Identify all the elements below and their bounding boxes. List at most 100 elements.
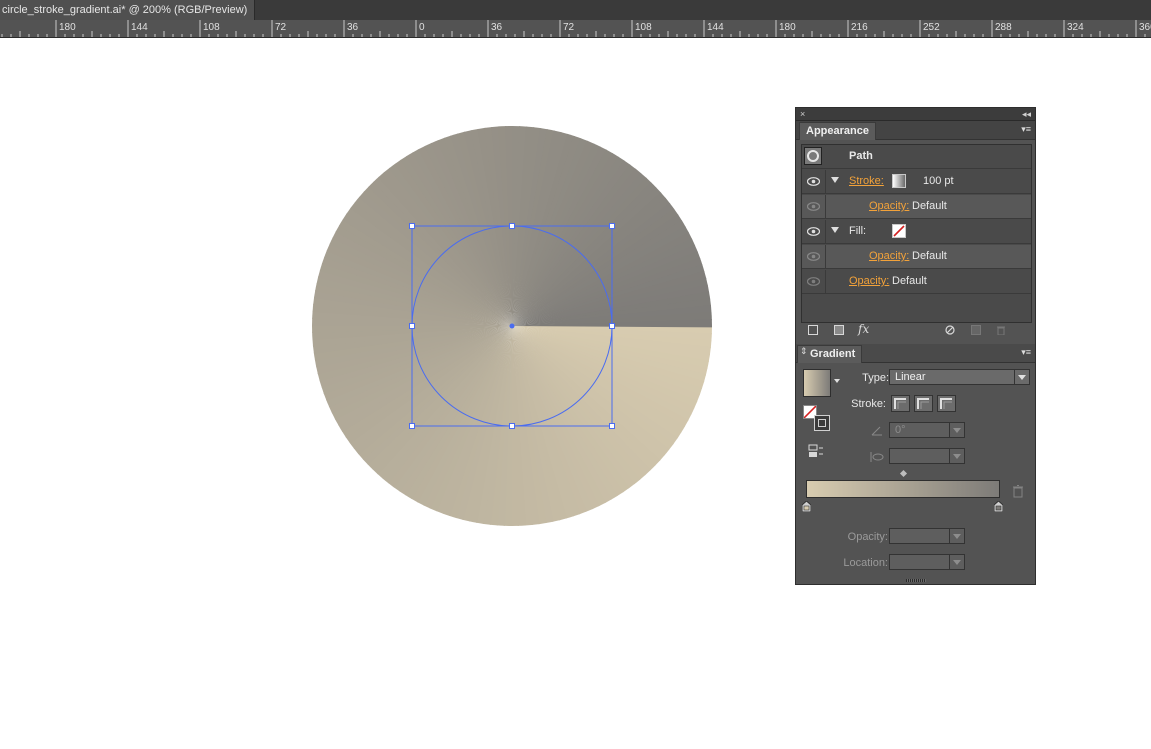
ruler-label: 180 (59, 22, 76, 33)
aspect-ratio-icon (870, 452, 884, 462)
chevron-down-icon (1014, 370, 1029, 384)
ruler-label: 36 (347, 22, 359, 33)
ruler-label: 360 (1139, 22, 1151, 33)
stop-opacity-field[interactable] (889, 528, 965, 544)
eye-icon[interactable] (807, 252, 820, 261)
ruler-label: 108 (635, 22, 652, 33)
chevron-down-icon (949, 423, 964, 437)
eye-icon[interactable] (807, 202, 820, 211)
stroke-gradient-across-button[interactable] (937, 395, 956, 412)
horizontal-ruler[interactable]: 180 144 108 72 36 0 36 72 108 144 180 216 252 288 324 3… (0, 20, 1151, 38)
object-opacity-visibility[interactable] (802, 270, 826, 294)
fill-label: Fill: (849, 225, 867, 237)
stroke-proxy-icon[interactable] (814, 415, 830, 431)
duplicate-item-icon[interactable] (971, 325, 981, 335)
panel-titlebar[interactable]: × ◂◂ (796, 108, 1035, 121)
aspect-ratio-field[interactable] (889, 448, 965, 464)
gradient-stop[interactable] (801, 500, 811, 513)
panel-menu-icon[interactable]: ▾≡ (1021, 347, 1031, 358)
appearance-tabbar: Appearance ▾≡ (796, 121, 1035, 140)
eye-icon[interactable] (807, 177, 820, 186)
stroke-opacity-value: Default (912, 200, 947, 212)
appearance-gradient-panel: × ◂◂ Appearance ▾≡ Path Stroke: 100 pt O… (795, 107, 1036, 585)
resize-grip-icon[interactable] (906, 579, 926, 582)
stroke-swatch[interactable] (892, 174, 906, 188)
angle-icon (871, 426, 882, 436)
eye-icon[interactable] (807, 227, 820, 236)
stroke-visibility[interactable] (802, 170, 826, 194)
stroke-link[interactable]: Stroke: (849, 175, 884, 187)
gradient-stop[interactable] (993, 500, 1003, 513)
appearance-footer: fx (801, 322, 1030, 340)
clear-appearance-icon[interactable] (945, 325, 955, 335)
tab-appearance[interactable]: Appearance (799, 122, 876, 140)
angle-value: 0° (895, 424, 906, 436)
fill-opacity-visibility[interactable] (802, 245, 826, 269)
appearance-list: Path Stroke: 100 pt Opacity: Default Fil… (801, 144, 1032, 323)
collapse-icon[interactable]: ◂◂ (1022, 108, 1031, 120)
angle-field[interactable]: 0° (889, 422, 965, 438)
stroke-opacity-row[interactable]: Opacity: Default (802, 195, 1031, 219)
object-opacity-row[interactable]: Opacity: Default (802, 270, 1031, 294)
close-icon[interactable]: × (800, 108, 805, 120)
fill-opacity-row[interactable]: Opacity: Default (802, 245, 1031, 269)
ruler-label: 0 (419, 22, 425, 33)
stroke-weight[interactable]: 100 pt (923, 175, 954, 187)
ruler-label: 216 (851, 22, 868, 33)
gradient-preview-swatch[interactable] (803, 369, 831, 397)
gradient-tabbar: Gradient ⇕ ▾≡ (796, 344, 1035, 363)
trash-icon[interactable] (996, 325, 1006, 335)
disclosure-triangle-icon[interactable] (831, 227, 839, 233)
fill-none-swatch[interactable] (892, 224, 906, 238)
delete-stop-icon[interactable] (1012, 485, 1024, 498)
reverse-gradient-icon[interactable] (808, 444, 824, 458)
gradient-type-value: Linear (895, 371, 926, 383)
fill-visibility[interactable] (802, 220, 826, 244)
object-opacity-value: Default (892, 275, 927, 287)
ruler-label: 36 (491, 22, 503, 33)
fx-effects-icon[interactable]: fx (858, 322, 869, 336)
ruler-label: 108 (203, 22, 220, 33)
stroke-opacity-link[interactable]: Opacity: (869, 200, 909, 212)
chevron-down-icon (949, 555, 964, 569)
location-label: Location: (843, 557, 888, 569)
midpoint-diamond-icon[interactable] (899, 469, 908, 478)
fill-opacity-value: Default (912, 250, 947, 262)
path-label: Path (849, 150, 873, 162)
path-thumbnail-icon (804, 147, 822, 165)
ruler-label: 324 (1067, 22, 1084, 33)
gradient-stroke-circle[interactable] (192, 38, 832, 646)
stop-location-field[interactable] (889, 554, 965, 570)
stroke-gradient-along-button[interactable] (914, 395, 933, 412)
fill-row[interactable]: Fill: (802, 220, 1031, 244)
add-stroke-icon[interactable] (808, 325, 818, 335)
object-opacity-link[interactable]: Opacity: (849, 275, 889, 287)
center-point (509, 323, 515, 329)
path-row[interactable]: Path (802, 145, 1031, 169)
ruler-scale: 180 144 108 72 36 0 36 72 108 144 180 216 252 288 324 3… (1, 20, 1151, 37)
ruler-label: 72 (563, 22, 575, 33)
expand-collapse-icon[interactable]: ⇕ (800, 346, 808, 357)
gradient-type-select[interactable]: Linear (889, 369, 1030, 385)
stroke-gradient-within-button[interactable] (891, 395, 910, 412)
stroke-opacity-visibility[interactable] (802, 195, 826, 219)
fill-opacity-link[interactable]: Opacity: (869, 250, 909, 262)
gradient-slider[interactable] (806, 480, 1000, 498)
eye-icon[interactable] (807, 277, 820, 286)
none-slash-icon (893, 225, 905, 237)
ruler-label: 144 (131, 22, 148, 33)
panel-menu-icon[interactable]: ▾≡ (1021, 124, 1031, 135)
document-tab[interactable]: circle_stroke_gradient.ai* @ 200% (RGB/P… (0, 0, 256, 20)
stroke-row[interactable]: Stroke: 100 pt (802, 170, 1031, 194)
ruler-label: 252 (923, 22, 940, 33)
disclosure-triangle-icon[interactable] (831, 177, 839, 183)
ruler-label: 144 (707, 22, 724, 33)
type-label: Type: (862, 372, 889, 384)
add-fill-icon[interactable] (834, 325, 844, 335)
ruler-label: 180 (779, 22, 796, 33)
gradient-presets-dropdown-icon[interactable] (834, 379, 840, 383)
ruler-label: 72 (275, 22, 287, 33)
stroke-label: Stroke: (851, 398, 886, 410)
chevron-down-icon (949, 529, 964, 543)
opacity-label: Opacity: (847, 531, 888, 543)
